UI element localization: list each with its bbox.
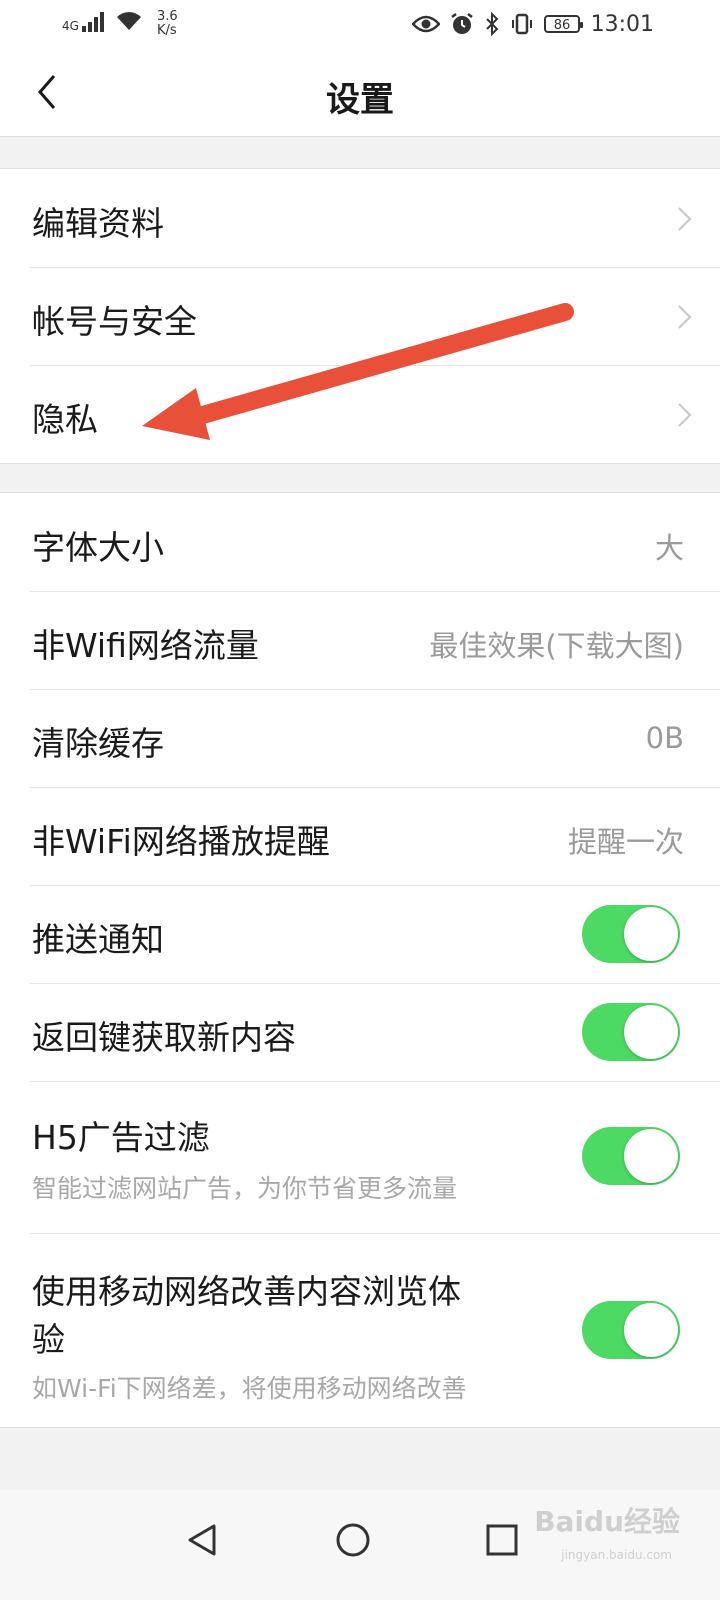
row-label-line2: 验 — [32, 1320, 65, 1359]
status-right: 86 — [412, 12, 583, 36]
chevron-right-icon — [678, 305, 692, 329]
settings-row-back-key-refresh: 返回键获取新内容 — [0, 983, 720, 1081]
row-description: 如Wi-Fi下网络差，将使用移动网络改善 — [32, 1374, 467, 1403]
circle-home-icon[interactable] — [323, 1510, 383, 1570]
watermark: Baidu经验 — [534, 1505, 680, 1538]
row-label: 非Wifi网络流量 — [32, 626, 259, 665]
network-speed: 3.6 K/s — [157, 10, 178, 38]
square-recent-icon[interactable] — [472, 1510, 532, 1570]
row-value: 提醒一次 — [567, 825, 684, 859]
speed-unit: K/s — [156, 23, 177, 38]
settings-row-privacy[interactable]: 隐私 — [0, 365, 720, 463]
settings-row-account-security[interactable]: 帐号与安全 — [0, 267, 720, 365]
wifi-icon — [116, 12, 141, 30]
toggle-knob — [624, 1005, 678, 1059]
bluetooth-icon — [486, 12, 499, 36]
settings-row-clear-cache[interactable]: 清除缓存 0B — [0, 689, 720, 787]
row-description: 智能过滤网站广告，为你节省更多流量 — [32, 1174, 458, 1203]
alarm-icon — [451, 13, 473, 34]
settings-row-font-size[interactable]: 字体大小 大 — [0, 493, 720, 591]
toggle-knob — [624, 1303, 678, 1357]
general-settings-group: 字体大小 大 非Wifi网络流量 最佳效果(下载大图) 清除缓存 0B 非WiF… — [0, 492, 720, 1428]
eye-icon — [412, 15, 440, 33]
row-label: 编辑资料 — [32, 204, 164, 243]
row-label: 返回键获取新内容 — [32, 1018, 296, 1057]
row-label: 推送通知 — [32, 920, 164, 959]
row-label: 字体大小 — [32, 528, 164, 567]
row-label: 使用移动网络改善内容浏览体 — [32, 1272, 461, 1311]
chevron-right-icon — [678, 403, 692, 427]
row-value: 大 — [654, 531, 684, 565]
watermark-url: jingyan.baidu.com — [561, 1548, 672, 1562]
toggle-knob — [624, 1129, 678, 1183]
toggle-knob — [624, 907, 678, 961]
vibrate-icon — [512, 13, 532, 35]
h5-ad-filter-toggle[interactable] — [582, 1127, 680, 1185]
back-key-refresh-toggle[interactable] — [582, 1003, 680, 1061]
row-label: 非WiFi网络播放提醒 — [32, 822, 330, 861]
mobile-network-improve-toggle[interactable] — [582, 1301, 680, 1359]
settings-row-mobile-network-improve: 使用移动网络改善内容浏览体 验 如Wi-Fi下网络差，将使用移动网络改善 — [0, 1233, 720, 1427]
title-bar: 设置 — [0, 50, 720, 137]
triangle-back-icon[interactable] — [172, 1510, 232, 1570]
settings-row-push-notifications: 推送通知 — [0, 885, 720, 983]
row-value: 0B — [645, 721, 684, 755]
row-label: 隐私 — [32, 400, 98, 439]
signal-group: 4G — [62, 10, 143, 32]
settings-row-edit-profile[interactable]: 编辑资料 — [0, 169, 720, 267]
network-type: 4G — [62, 19, 79, 33]
row-label: 清除缓存 — [32, 724, 164, 763]
chevron-right-icon — [678, 207, 692, 231]
status-bar: 4G 3.6 K/s 86 13:01 — [0, 0, 720, 50]
row-label: H5广告过滤 — [32, 1118, 210, 1157]
row-label: 帐号与安全 — [32, 302, 197, 341]
status-left: 4G 3.6 K/s — [62, 10, 178, 38]
settings-row-non-wifi-playback-reminder[interactable]: 非WiFi网络播放提醒 提醒一次 — [0, 787, 720, 885]
push-notifications-toggle[interactable] — [582, 905, 680, 963]
signal-icon — [81, 12, 104, 32]
row-value: 最佳效果(下载大图) — [429, 629, 684, 663]
account-settings-group: 编辑资料 帐号与安全 隐私 — [0, 168, 720, 464]
status-time: 13:01 — [590, 12, 654, 37]
settings-row-non-wifi-traffic[interactable]: 非Wifi网络流量 最佳效果(下载大图) — [0, 591, 720, 689]
settings-row-h5-ad-filter: H5广告过滤 智能过滤网站广告，为你节省更多流量 — [0, 1081, 720, 1233]
page-title: 设置 — [326, 80, 394, 120]
battery-indicator: 86 — [544, 15, 583, 33]
speed-value: 3.6 — [156, 9, 178, 24]
